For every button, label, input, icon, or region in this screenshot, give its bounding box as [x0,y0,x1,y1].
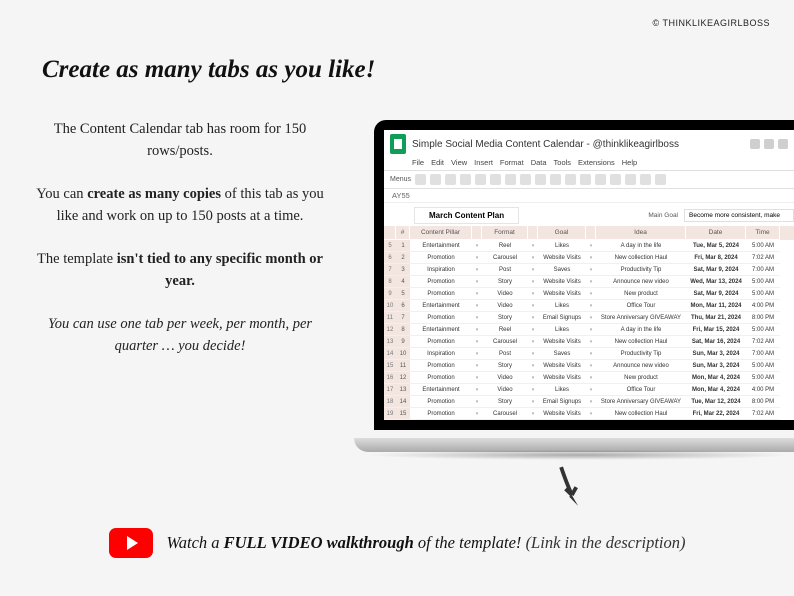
sheets-logo-icon [390,134,406,154]
paragraph-1: The Content Calendar tab has room for 15… [30,118,330,163]
table-row: 73Inspiration▾Post▾Saves▾Productivity Ti… [384,264,794,276]
column-header [528,226,538,240]
menu-item-tools: Tools [554,158,572,167]
cloud-icon [778,139,788,149]
menu-item-help: Help [622,158,637,167]
table-row: 128Entertainment▾Reel▾Likes▾A day in the… [384,324,794,336]
table-row: 1410Inspiration▾Post▾Saves▾Productivity … [384,348,794,360]
column-header: # [396,226,410,240]
font-icon [505,174,516,185]
google-sheets-window: Simple Social Media Content Calendar - @… [384,130,794,420]
column-header [586,226,596,240]
goal-label: Main Goal [648,212,678,219]
redo-icon [430,174,441,185]
more-icon [655,174,666,185]
strike-icon [550,174,561,185]
column-header: Idea [596,226,686,240]
print-icon [445,174,456,185]
copyright-text: © THINKLIKEAGIRLBOSS [653,18,771,28]
menu-item-extensions: Extensions [578,158,615,167]
laptop-bezel: Simple Social Media Content Calendar - @… [374,120,794,430]
laptop-mockup: Simple Social Media Content Calendar - @… [354,120,794,460]
border-icon [595,174,606,185]
cta-row: Watch a FULL VIDEO walkthrough of the te… [0,528,794,558]
star-icon [750,139,760,149]
undo-icon [415,174,426,185]
cta-text: Watch a FULL VIDEO walkthrough of the te… [167,533,686,553]
column-header: Time [746,226,780,240]
table-header-row: #Content Pillar Format Goal IdeaDateTime [384,226,794,240]
plan-title-row: March Content Plan Main Goal Become more… [384,203,794,226]
menu-item-format: Format [500,158,524,167]
toolbar-menus-label: Menus [390,176,411,183]
paragraph-2: You can create as many copies of this ta… [30,183,330,228]
table-row: 1511Promotion▾Story▾Website Visits▾Annou… [384,360,794,372]
sheets-titlebar: Simple Social Media Content Calendar - @… [384,130,794,158]
table-row: 95Promotion▾Video▾Website Visits▾New pro… [384,288,794,300]
goal-value-cell: Become more consistent, make [684,209,794,222]
column-header: Goal [538,226,586,240]
table-row: 106Entertainment▾Video▾Likes▾Office Tour… [384,300,794,312]
paragraph-3: The template isn't tied to any specific … [30,248,330,293]
menu-item-data: Data [531,158,547,167]
column-header: Content Pillar [410,226,472,240]
body-copy: The Content Calendar tab has room for 15… [30,118,330,378]
table-row: 139Promotion▾Carousel▾Website Visits▾New… [384,336,794,348]
table-row: 62Promotion▾Carousel▾Website Visits▾New … [384,252,794,264]
headline: Create as many tabs as you like! [42,56,375,84]
menu-item-view: View [451,158,467,167]
column-header [384,226,396,240]
table-row: 84Promotion▾Story▾Website Visits▾Announc… [384,276,794,288]
column-header [472,226,482,240]
table-row: 1713Entertainment▾Video▾Likes▾Office Tou… [384,384,794,396]
bold-icon [520,174,531,185]
italic-icon [535,174,546,185]
folder-icon [764,139,774,149]
cell-reference: AY55 [384,189,794,203]
sheets-toolbar: Menus [384,170,794,189]
column-header: Date [686,226,746,240]
doc-title: Simple Social Media Content Calendar - @… [412,139,679,150]
table-row: 1814Promotion▾Story▾Email Signups▾Store … [384,396,794,408]
doc-action-icons [750,139,788,149]
color-icon [565,174,576,185]
fill-icon [580,174,591,185]
plan-title-cell: March Content Plan [414,207,519,224]
arrow-icon [545,459,599,513]
format-icon [490,174,501,185]
laptop-shadow [364,450,794,460]
align-icon [625,174,636,185]
table-row: 51Entertainment▾Reel▾Likes▾A day in the … [384,240,794,252]
youtube-icon [109,528,153,558]
sheets-menubar: File Edit View Insert Format Data Tools Extensi… [384,158,794,170]
zoom-icon [475,174,486,185]
paint-icon [460,174,471,185]
table-row: 117Promotion▾Story▾Email Signups▾Store A… [384,312,794,324]
column-header: Format [482,226,528,240]
wrap-icon [640,174,651,185]
menu-item-insert: Insert [474,158,493,167]
table-body: 51Entertainment▾Reel▾Likes▾A day in the … [384,240,794,420]
table-row: 1915Promotion▾Carousel▾Website Visits▾Ne… [384,408,794,420]
menu-item-edit: Edit [431,158,444,167]
merge-icon [610,174,621,185]
table-row: 1612Promotion▾Video▾Website Visits▾New p… [384,372,794,384]
menu-item-file: File [412,158,424,167]
paragraph-4: You can use one tab per week, per month,… [30,313,330,358]
